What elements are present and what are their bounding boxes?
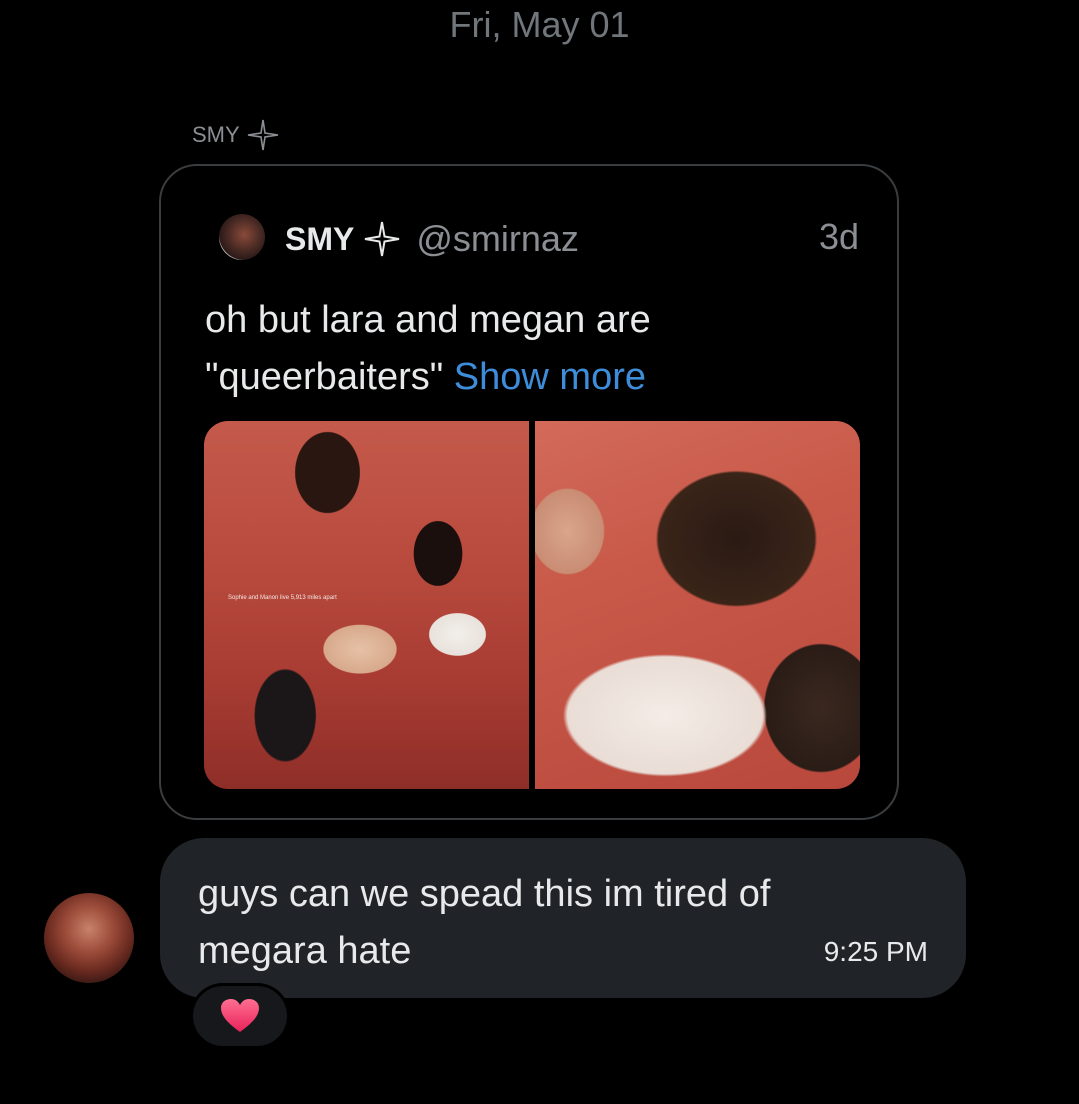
message-time: 9:25 PM [823,936,928,967]
avatar[interactable] [219,214,265,260]
media-photo-1[interactable]: Sophie and Manon live 5,913 miles apart [204,421,529,789]
sender-label: SMY [192,118,280,152]
post-time: 3d [818,216,859,257]
message-text-line: megara hate [198,930,412,972]
quoted-author[interactable]: SMY @smirnaz [285,218,579,260]
quoted-post-card[interactable]: SMY @smirnaz 3d oh but lara and megan ar… [159,164,899,820]
author-name: SMY [285,220,355,257]
quoted-post-text: oh but lara and megan are "queerbaiters"… [205,292,845,406]
message-bubble[interactable]: guys can we spead this im tired of megar… [160,838,966,998]
photo-caption: Sophie and Manon live 5,913 miles apart [228,595,337,601]
reaction-pill[interactable] [193,986,287,1046]
quoted-post-header: SMY @smirnaz 3d [219,210,859,270]
media-photo-2[interactable] [535,421,860,789]
sparkle-star-icon [365,221,400,257]
avatar[interactable] [44,893,134,983]
heart-icon [221,999,259,1032]
author-handle: @smirnaz [416,218,579,259]
show-more-link[interactable]: Show more [454,356,646,398]
message-text: guys can we spead this im tired of megar… [198,866,838,980]
post-text-line: oh but lara and megan are [205,299,651,341]
sender-name: SMY [192,122,240,147]
message-text-line: guys can we spead this im tired of [198,873,771,915]
post-text-line: "queerbaiters" Show more [205,349,845,406]
media-grid: Sophie and Manon live 5,913 miles apart [204,421,860,789]
sparkle-star-icon [247,119,278,151]
date-separator: Fri, May 01 [449,4,630,45]
post-text-quote: "queerbaiters" [205,356,444,398]
